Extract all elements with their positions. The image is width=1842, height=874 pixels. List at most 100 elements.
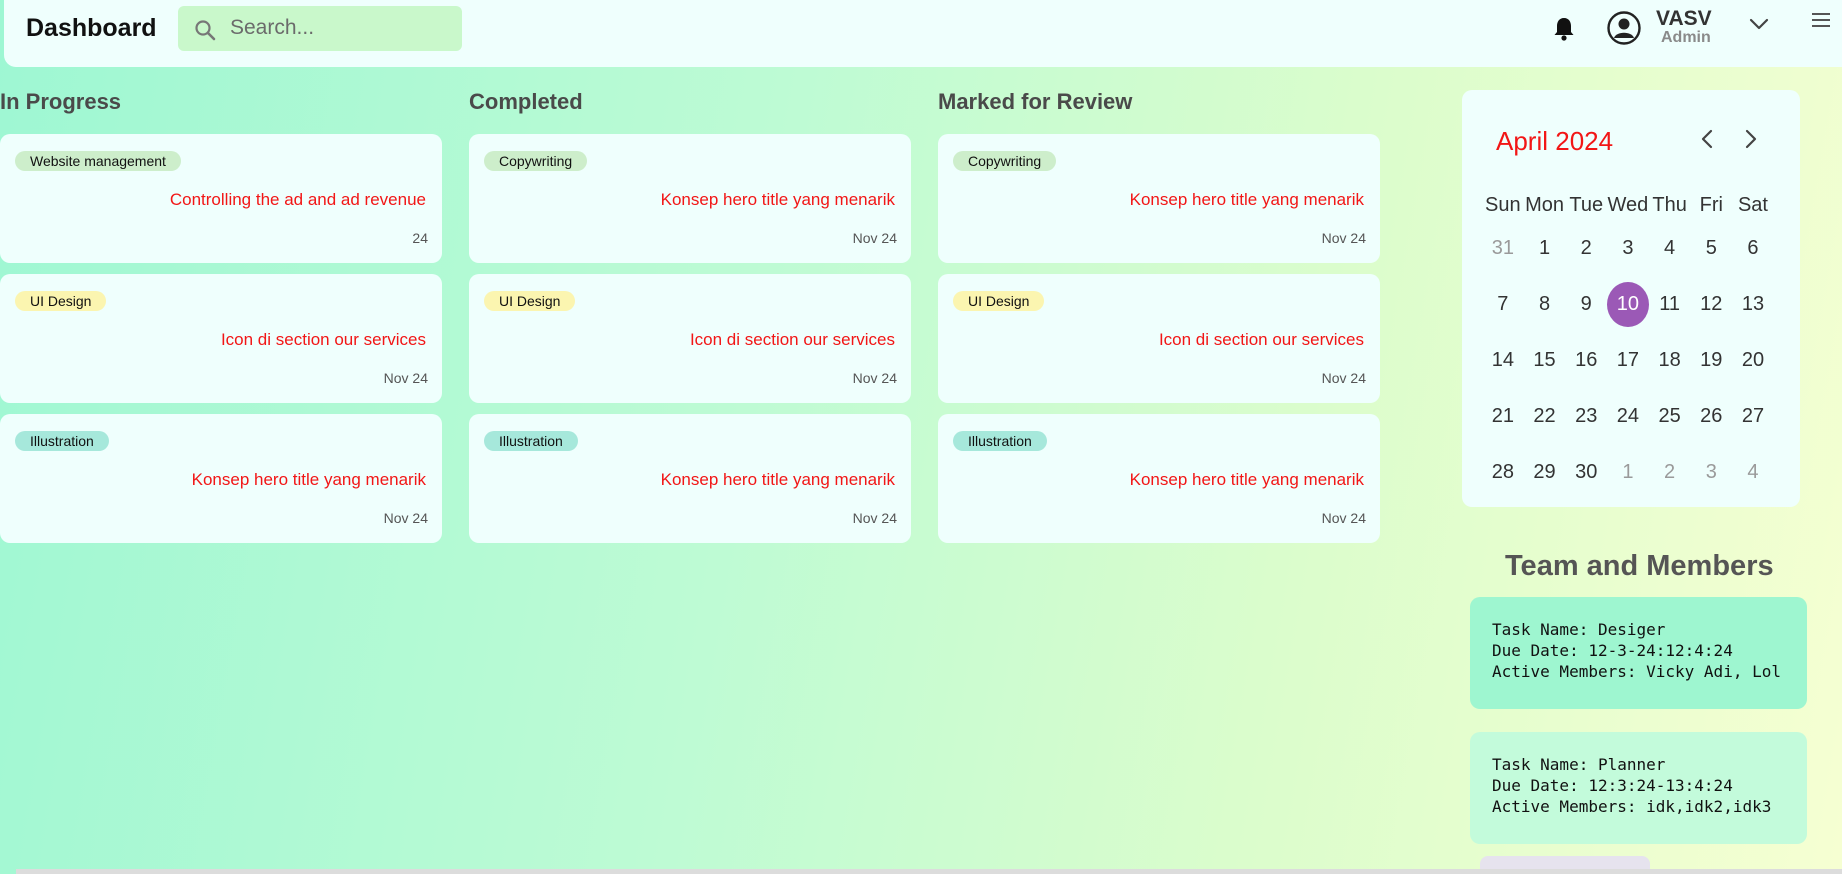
- calendar-day[interactable]: 5: [1690, 226, 1732, 270]
- task-card[interactable]: UI Design Icon di section our services N…: [469, 274, 911, 403]
- calendar-day[interactable]: 8: [1524, 282, 1566, 326]
- calendar-day[interactable]: 1: [1607, 450, 1649, 494]
- task-date: Nov 24: [852, 370, 897, 386]
- calendar-day[interactable]: 4: [1649, 226, 1691, 270]
- task-title: Konsep hero title yang menarik: [191, 470, 426, 489]
- task-tag: Illustration: [484, 431, 578, 451]
- chevron-right-icon[interactable]: [1742, 128, 1760, 150]
- task-card[interactable]: Copywriting Konsep hero title yang menar…: [938, 134, 1380, 263]
- calendar-day[interactable]: 23: [1565, 394, 1607, 438]
- task-card[interactable]: Copywriting Konsep hero title yang menar…: [469, 134, 911, 263]
- calendar-day[interactable]: 25: [1649, 394, 1691, 438]
- calendar-day[interactable]: 2: [1649, 450, 1691, 494]
- calendar-day[interactable]: 24: [1607, 394, 1649, 438]
- calendar-weekday: Tue: [1569, 193, 1604, 216]
- calendar-day[interactable]: 3: [1690, 450, 1732, 494]
- calendar-day[interactable]: 27: [1732, 394, 1774, 438]
- team-task-name: Task Name: Desiger: [1492, 620, 1666, 639]
- task-card[interactable]: UI Design Icon di section our services N…: [938, 274, 1380, 403]
- calendar-day[interactable]: 31: [1482, 226, 1524, 270]
- calendar-day[interactable]: 9: [1565, 282, 1607, 326]
- calendar-day[interactable]: 2: [1565, 226, 1607, 270]
- calendar-weekday: Wed: [1607, 193, 1649, 216]
- calendar-day[interactable]: 21: [1482, 394, 1524, 438]
- task-title: Controlling the ad and ad revenue: [169, 190, 426, 209]
- bell-icon[interactable]: [1552, 16, 1576, 42]
- calendar-month-label: April 2024: [1496, 126, 1614, 156]
- task-date: Nov 24: [383, 370, 428, 386]
- search-box[interactable]: [178, 6, 462, 51]
- column-title-in-progress: In Progress: [0, 89, 122, 114]
- calendar-weekday: Sat: [1737, 193, 1768, 216]
- calendar-widget: April 2024 Sun Mon Tue Wed Thu Fri Sat 31 1 2 3 4 5 6…: [1462, 90, 1800, 507]
- horizontal-scrollbar[interactable]: [16, 869, 1842, 874]
- calendar-weekday: Mon: [1525, 193, 1564, 216]
- task-title: Konsep hero title yang menarik: [1129, 190, 1364, 209]
- task-tag: Illustration: [15, 431, 109, 451]
- calendar-weekday: Sun: [1485, 193, 1521, 216]
- page-title: Dashboard: [26, 14, 157, 42]
- task-card[interactable]: Illustration Konsep hero title yang mena…: [938, 414, 1380, 543]
- task-date: Nov 24: [852, 230, 897, 246]
- team-due-date: Due Date: 12-3-24:12:4:24: [1492, 641, 1733, 660]
- task-tag: UI Design: [15, 291, 107, 311]
- hamburger-menu-icon[interactable]: [1810, 10, 1832, 30]
- calendar-day-selected[interactable]: 10: [1607, 281, 1649, 327]
- user-name: VASV: [1656, 7, 1712, 30]
- search-icon: [195, 20, 216, 41]
- task-date: Nov 24: [383, 510, 428, 526]
- calendar-day[interactable]: 18: [1649, 338, 1691, 382]
- calendar-week-row: 7 8 9 10 11 12 13: [1482, 276, 1774, 332]
- calendar-day-label: 10: [1607, 281, 1649, 327]
- calendar-week-row: 28 29 30 1 2 3 4: [1482, 444, 1774, 500]
- task-tag: Copywriting: [953, 151, 1057, 171]
- calendar-day[interactable]: 20: [1732, 338, 1774, 382]
- top-header: Dashboard VASV Admin: [4, 0, 1842, 67]
- column-title-completed: Completed: [469, 89, 583, 114]
- calendar-day[interactable]: 6: [1732, 226, 1774, 270]
- task-title: Konsep hero title yang menarik: [660, 470, 895, 489]
- task-tag: UI Design: [484, 291, 576, 311]
- team-active-members: Active Members: idk,idk2,idk3: [1492, 797, 1772, 816]
- calendar-day[interactable]: 3: [1607, 226, 1649, 270]
- task-card[interactable]: Website management Controlling the ad an…: [0, 134, 442, 263]
- calendar-day[interactable]: 26: [1690, 394, 1732, 438]
- calendar-day[interactable]: 7: [1482, 282, 1524, 326]
- calendar-day[interactable]: 19: [1690, 338, 1732, 382]
- user-circle-icon[interactable]: [1607, 11, 1641, 45]
- calendar-week-row: 14 15 16 17 18 19 20: [1482, 332, 1774, 388]
- calendar-day[interactable]: 16: [1565, 338, 1607, 382]
- task-card[interactable]: Illustration Konsep hero title yang mena…: [0, 414, 442, 543]
- calendar-day[interactable]: 11: [1649, 282, 1691, 326]
- calendar-day[interactable]: 30: [1565, 450, 1607, 494]
- calendar-day[interactable]: 17: [1607, 338, 1649, 382]
- task-date: Nov 24: [1321, 370, 1366, 386]
- calendar-day[interactable]: 1: [1524, 226, 1566, 270]
- task-date: Nov 24: [1321, 230, 1366, 246]
- calendar-day[interactable]: 12: [1690, 282, 1732, 326]
- task-tag: Illustration: [953, 431, 1047, 451]
- calendar-week-row: 21 22 23 24 25 26 27: [1482, 388, 1774, 444]
- team-card[interactable]: Task Name: Desiger Due Date: 12-3-24:12:…: [1470, 597, 1807, 709]
- calendar-day[interactable]: 22: [1524, 394, 1566, 438]
- calendar-day[interactable]: 28: [1482, 450, 1524, 494]
- calendar-day[interactable]: 15: [1524, 338, 1566, 382]
- task-title: Icon di section our services: [220, 330, 426, 349]
- team-section-title: Team and Members: [1505, 550, 1774, 582]
- calendar-day[interactable]: 4: [1732, 450, 1774, 494]
- task-date: Nov 24: [852, 510, 897, 526]
- calendar-day[interactable]: 13: [1732, 282, 1774, 326]
- task-title: Icon di section our services: [1158, 330, 1364, 349]
- search-input[interactable]: [230, 14, 450, 42]
- chevron-down-icon[interactable]: [1748, 14, 1770, 34]
- team-active-members: Active Members: Vicky Adi, Lol: [1492, 662, 1781, 681]
- team-card[interactable]: Task Name: Planner Due Date: 12:3:24-13:…: [1470, 732, 1807, 844]
- calendar-day[interactable]: 14: [1482, 338, 1524, 382]
- chevron-left-icon[interactable]: [1698, 128, 1716, 150]
- task-card[interactable]: Illustration Konsep hero title yang mena…: [469, 414, 911, 543]
- task-title: Konsep hero title yang menarik: [1129, 470, 1364, 489]
- task-card[interactable]: UI Design Icon di section our services N…: [0, 274, 442, 403]
- task-tag: Copywriting: [484, 151, 588, 171]
- calendar-day[interactable]: 29: [1524, 450, 1566, 494]
- calendar-grid: Sun Mon Tue Wed Thu Fri Sat 31 1 2 3 4 5 6 7 8 9 10 11 12 13…: [1482, 190, 1774, 500]
